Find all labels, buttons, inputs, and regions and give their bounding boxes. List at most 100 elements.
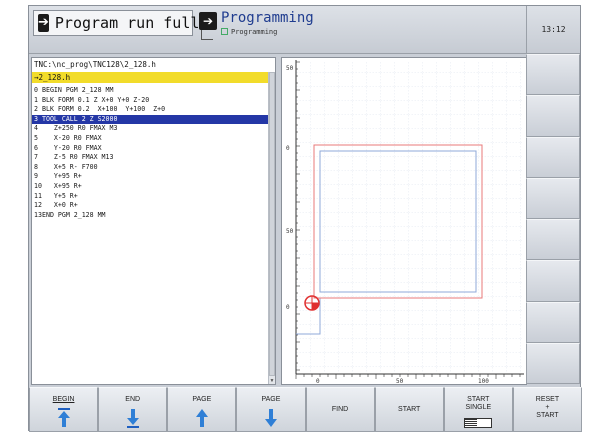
program-lines: 0 BEGIN PGM 2_128 MM 1 BLK FORM 0.1 Z X+0 Y… bbox=[32, 86, 268, 220]
line-number: 1 bbox=[34, 95, 38, 104]
vertical-softkey-4[interactable] bbox=[526, 177, 580, 219]
scroll-down-icon[interactable]: ▼ bbox=[269, 378, 275, 384]
machine-mode-tab[interactable]: ➔ Program run full… bbox=[33, 10, 208, 36]
line-code: X+0 R+ bbox=[42, 201, 78, 210]
vertical-softkey-5[interactable] bbox=[526, 219, 580, 261]
page-up-softkey[interactable]: PAGE bbox=[167, 387, 237, 432]
page-up-label: PAGE bbox=[192, 396, 212, 403]
programming-mode-icon: ➔ bbox=[199, 12, 217, 30]
line-number: 11 bbox=[34, 191, 42, 200]
line-code: TOOL CALL 2 Z S2000 bbox=[42, 114, 118, 123]
line-number: 13 bbox=[34, 210, 42, 219]
program-run-icon: ➔ bbox=[38, 14, 49, 32]
tnc-screen: ➔ Program run full… ➔ Programming Progra… bbox=[28, 5, 582, 432]
line-code: BEGIN PGM 2_128 MM bbox=[42, 86, 114, 94]
vertical-softkey-8[interactable] bbox=[526, 342, 580, 384]
line-code: BLK FORM 0.1 Z X+0 Y+0 Z-20 bbox=[42, 95, 150, 104]
begin-softkey[interactable]: BEGIN bbox=[29, 387, 99, 432]
x-tick-label-0: 0 bbox=[316, 378, 320, 384]
program-line[interactable]: 1 BLK FORM 0.1 Z X+0 Y+0 Z-20 bbox=[32, 96, 268, 106]
vertical-softkey-1[interactable] bbox=[526, 54, 580, 96]
softkey-bar: BEGIN END PAGE PAGE FIND START START SIN… bbox=[29, 387, 582, 432]
line-number: 10 bbox=[34, 181, 42, 190]
plot-grid bbox=[296, 62, 522, 372]
program-line[interactable]: 3 TOOL CALL 2 Z S2000 bbox=[32, 114, 268, 125]
vertical-softkey-6[interactable] bbox=[526, 260, 580, 302]
x-tick-label-50: 50 bbox=[396, 378, 404, 384]
line-number: 4 bbox=[34, 124, 38, 133]
line-number: 9 bbox=[34, 172, 38, 181]
y-tick-label-top: 50 bbox=[286, 65, 294, 72]
program-line[interactable]: 9 Y+95 R+ bbox=[32, 172, 268, 182]
line-number: 12 bbox=[34, 201, 42, 210]
start-softkey[interactable]: START bbox=[374, 387, 444, 432]
y-tick-label-mid: 50 bbox=[286, 228, 294, 235]
page-up-arrow-icon bbox=[195, 409, 208, 427]
mode-bracket bbox=[201, 30, 213, 40]
y-tick-label-upper: 0 bbox=[286, 145, 290, 152]
line-code: END PGM 2_128 MM bbox=[42, 210, 106, 219]
program-line[interactable]: 7 Z-5 R0 FMAX M13 bbox=[32, 153, 268, 163]
line-code: X+95 R+ bbox=[42, 181, 82, 190]
clock: 13:12 bbox=[526, 6, 580, 54]
line-code: Y-20 R0 FMAX bbox=[42, 143, 102, 152]
vertical-softkey-2[interactable] bbox=[526, 95, 580, 137]
start-single-softkey[interactable]: START SINGLE bbox=[443, 387, 513, 432]
program-line[interactable]: 11 Y+5 R+ bbox=[32, 192, 268, 202]
program-file-name[interactable]: →2_128.h bbox=[32, 72, 275, 83]
program-graphics-panel: 50 0 50 0 0 50 100 bbox=[281, 57, 527, 385]
reset-start-softkey[interactable]: RESET + START bbox=[512, 387, 582, 432]
end-label: END bbox=[125, 396, 141, 403]
program-line[interactable]: 5 X-20 R0 FMAX bbox=[32, 134, 268, 144]
x-tick-label-100: 100 bbox=[478, 378, 489, 384]
start-label: START bbox=[398, 406, 421, 413]
program-line[interactable]: 13 END PGM 2_128 MM bbox=[32, 211, 268, 221]
contour-plot: 50 0 50 0 0 50 100 bbox=[286, 60, 524, 384]
page-down-label: PAGE bbox=[261, 396, 281, 403]
program-line[interactable]: 2 BLK FORM 0.2 X+100 Y+100 Z+0 bbox=[32, 105, 268, 115]
line-code: Z-5 R0 FMAX M13 bbox=[42, 153, 114, 162]
page-down-arrow-icon bbox=[264, 409, 277, 427]
begin-label: BEGIN bbox=[52, 396, 75, 403]
program-line[interactable]: 0 BEGIN PGM 2_128 MM bbox=[32, 86, 268, 96]
program-line[interactable]: 4 Z+250 R0 FMAX M3 bbox=[32, 124, 268, 134]
page-down-softkey[interactable]: PAGE bbox=[236, 387, 306, 432]
line-code: Y+95 R+ bbox=[42, 172, 82, 181]
line-code: BLK FORM 0.2 X+100 Y+100 Z+0 bbox=[42, 105, 166, 114]
program-panel: TNC:\nc_prog\TNC128\2_128.h →2_128.h 0 BE… bbox=[31, 57, 276, 385]
y-tick-label-bottom: 0 bbox=[286, 304, 290, 311]
arrow-to-top-icon bbox=[57, 408, 70, 427]
line-code: Y+5 R+ bbox=[42, 191, 78, 200]
header-bar: ➔ Program run full… ➔ Programming Progra… bbox=[29, 6, 527, 54]
program-path: TNC:\nc_prog\TNC128\2_128.h bbox=[34, 60, 156, 69]
line-number: 8 bbox=[34, 162, 38, 171]
program-line[interactable]: 10 X+95 R+ bbox=[32, 182, 268, 192]
line-number: 6 bbox=[34, 143, 38, 152]
arrow-to-bottom-icon bbox=[126, 409, 139, 428]
scrollbar-thumb[interactable] bbox=[269, 72, 275, 376]
line-number: 5 bbox=[34, 133, 38, 142]
programming-mode-subtitle-text: Programming bbox=[231, 28, 278, 36]
vertical-softkey-3[interactable] bbox=[526, 136, 580, 178]
line-code: Z+250 R0 FMAX M3 bbox=[42, 124, 118, 133]
programming-mode-subtitle: Programming bbox=[221, 28, 277, 36]
start-single-label-2: SINGLE bbox=[465, 404, 492, 411]
program-line[interactable]: 12 X+0 R+ bbox=[32, 201, 268, 211]
vertical-softkey-7[interactable] bbox=[526, 301, 580, 343]
program-line[interactable]: 6 Y-20 R0 FMAX bbox=[32, 144, 268, 154]
line-number: 0 bbox=[34, 86, 38, 94]
line-number: 2 bbox=[34, 105, 38, 114]
start-single-label-1: START bbox=[467, 396, 490, 403]
line-number: 7 bbox=[34, 153, 38, 162]
machine-mode-label: Program run full… bbox=[54, 14, 209, 32]
program-line[interactable]: 8 X+5 R- F700 bbox=[32, 163, 268, 173]
line-number: 3 bbox=[34, 114, 38, 123]
reset-label-3: START bbox=[536, 412, 559, 419]
program-scrollbar[interactable]: ▼ bbox=[268, 72, 275, 384]
line-code: X+5 R- F700 bbox=[42, 162, 98, 171]
single-block-icon bbox=[464, 418, 493, 428]
find-softkey[interactable]: FIND bbox=[305, 387, 375, 432]
line-code: X-20 R0 FMAX bbox=[42, 133, 102, 142]
end-softkey[interactable]: END bbox=[98, 387, 168, 432]
folder-icon bbox=[221, 28, 228, 35]
